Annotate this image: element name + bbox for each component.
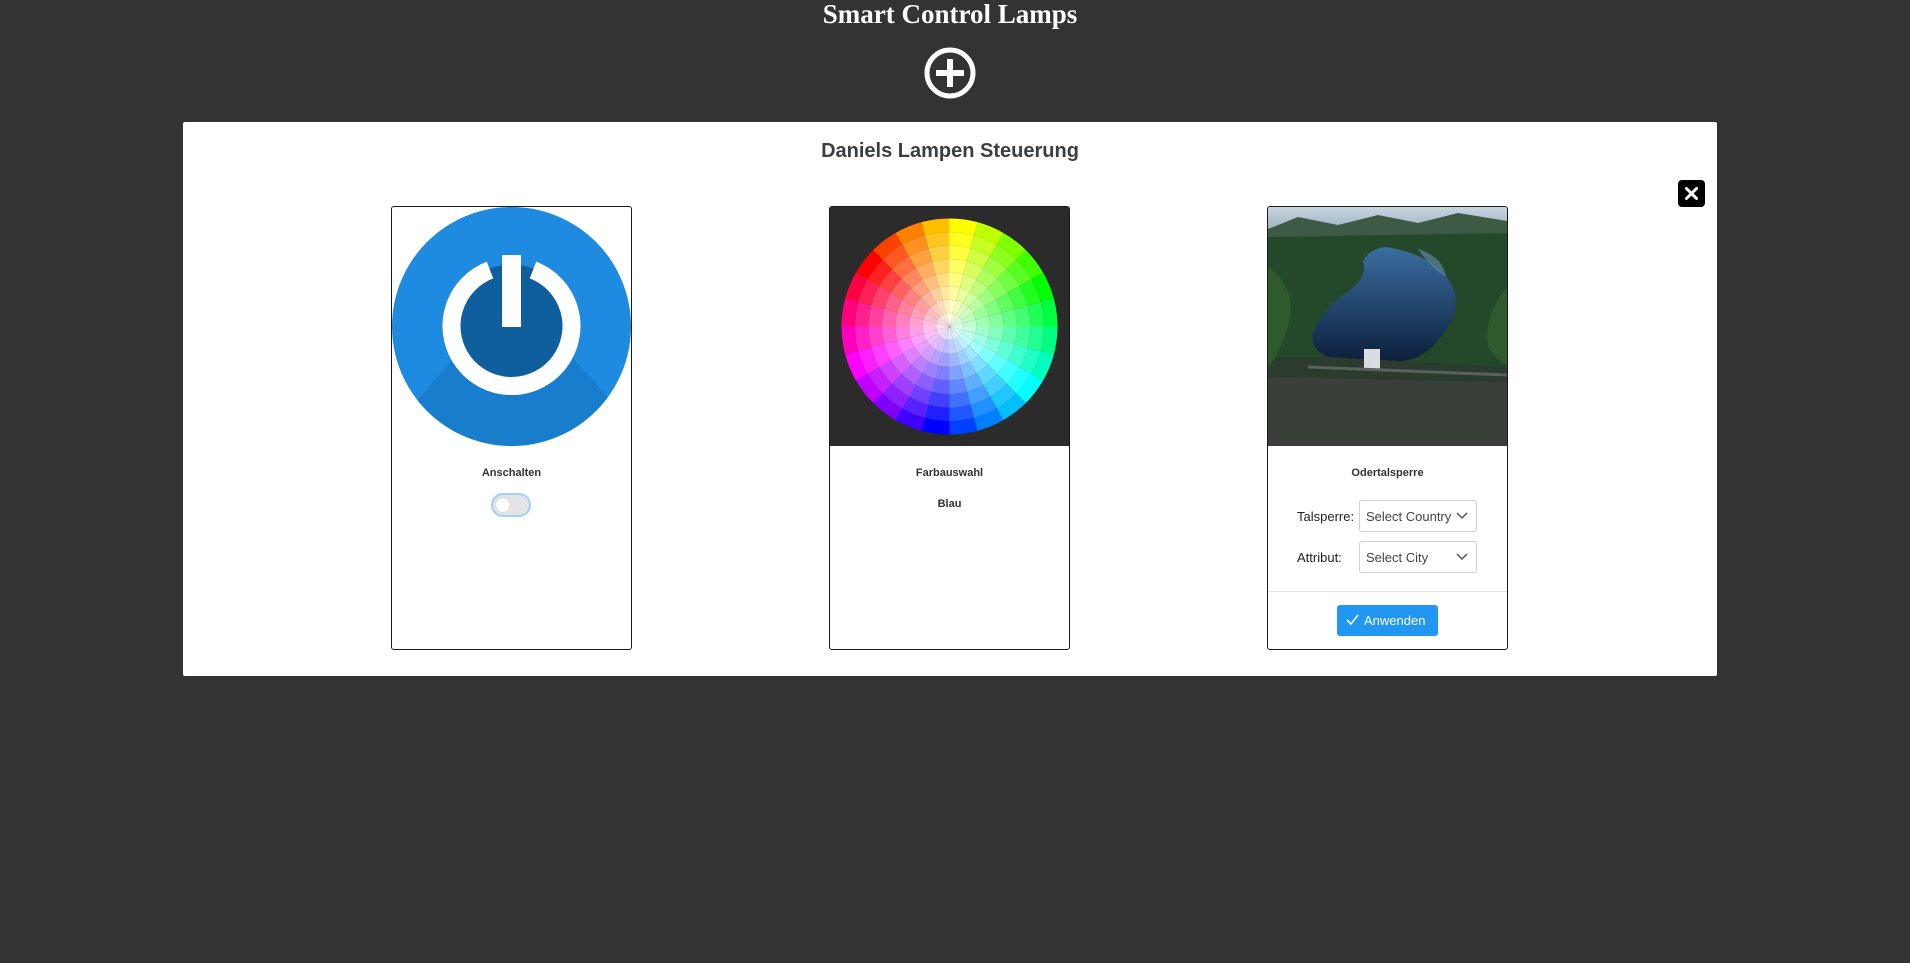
plus-circle-icon bbox=[924, 47, 976, 99]
lamp-control-panel: Daniels Lampen Steuerung Anschalten Farb… bbox=[183, 122, 1717, 676]
toggle-knob bbox=[496, 498, 510, 512]
attribute-row: Attribut: Select City bbox=[1268, 541, 1507, 575]
color-wheel-segment bbox=[928, 245, 950, 262]
close-panel-button[interactable] bbox=[1678, 180, 1705, 207]
apply-button[interactable]: Anwenden bbox=[1337, 605, 1438, 636]
attribute-label: Attribut: bbox=[1297, 550, 1342, 565]
selected-color-label: Blau bbox=[937, 498, 962, 510]
color-wheel-icon[interactable] bbox=[830, 207, 1069, 446]
attribute-select[interactable]: Select City bbox=[1359, 541, 1477, 573]
app-title: Smart Control Lamps bbox=[822, 0, 1078, 29]
power-toggle[interactable] bbox=[491, 493, 531, 517]
chevron-down-icon bbox=[1456, 512, 1468, 520]
color-wheel-segment bbox=[949, 245, 971, 262]
close-icon bbox=[1685, 187, 1698, 200]
chevron-down-icon bbox=[1456, 553, 1468, 561]
power-icon bbox=[392, 207, 631, 446]
color-wheel-segment bbox=[1014, 305, 1031, 327]
color-wheel-segment bbox=[928, 391, 950, 408]
color-wheel-segment bbox=[1014, 326, 1031, 348]
color-wheel-segment bbox=[949, 391, 971, 408]
attribute-select-placeholder: Select City bbox=[1366, 550, 1429, 565]
dam-card: Odertalsperre Talsperre: Select Country … bbox=[1267, 206, 1508, 650]
reservoir-row: Talsperre: Select Country bbox=[1268, 500, 1507, 534]
color-card: Farbauswahl Blau bbox=[829, 206, 1070, 650]
panel-title: Daniels Lampen Steuerung bbox=[821, 140, 1079, 162]
add-lamp-button[interactable] bbox=[923, 46, 977, 100]
color-card-title: Farbauswahl bbox=[915, 467, 984, 479]
power-card-title: Anschalten bbox=[481, 467, 542, 479]
color-wheel-segment bbox=[868, 326, 885, 348]
reservoir-photo bbox=[1268, 207, 1507, 446]
power-card: Anschalten bbox=[391, 206, 632, 650]
dam-card-title: Odertalsperre bbox=[1351, 467, 1424, 479]
reservoir-select[interactable]: Select Country bbox=[1359, 500, 1477, 532]
color-wheel-segment bbox=[868, 305, 885, 327]
check-icon bbox=[1346, 614, 1359, 625]
apply-button-label: Anwenden bbox=[1364, 613, 1426, 628]
card-divider bbox=[1268, 591, 1507, 592]
reservoir-select-placeholder: Select Country bbox=[1366, 509, 1452, 524]
reservoir-label: Talsperre: bbox=[1297, 509, 1355, 524]
